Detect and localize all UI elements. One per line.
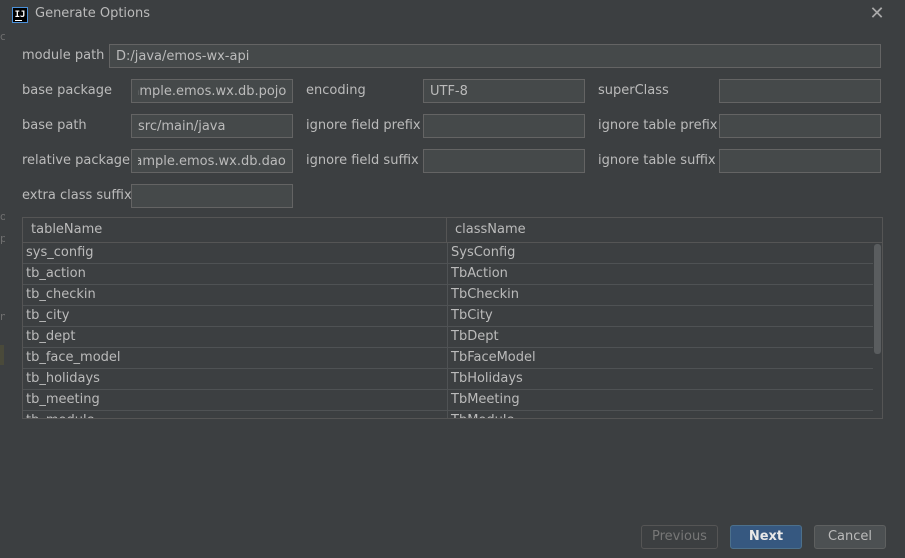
table-row[interactable]: tb_dept TbDept (23, 327, 873, 348)
intellij-logo-icon: IJ (12, 7, 28, 23)
close-icon[interactable]: ✕ (868, 5, 886, 23)
cell-table-name[interactable]: tb_face_model (26, 348, 446, 368)
cell-class-name[interactable]: TbFaceModel (451, 348, 871, 368)
encoding-input[interactable] (423, 79, 585, 103)
column-divider (447, 369, 448, 390)
cell-table-name[interactable]: tb_checkin (26, 285, 446, 305)
column-divider (447, 327, 448, 348)
background-window-fragment: c (0, 30, 5, 42)
next-button[interactable]: Next (730, 525, 802, 549)
module-path-label: module path (22, 48, 105, 63)
cell-table-name[interactable]: tb_meeting (26, 390, 446, 410)
base-package-label: base package (22, 83, 113, 98)
table-row[interactable]: tb_action TbAction (23, 264, 873, 285)
table-body: sys_config SysConfig tb_action TbAction tb_c… (23, 243, 873, 418)
ignore-field-prefix-label: ignore field prefix (306, 118, 421, 133)
ignore-field-prefix-input[interactable] (423, 114, 585, 138)
column-divider (447, 306, 448, 327)
cell-table-name[interactable]: sys_config (26, 243, 446, 263)
table-row[interactable]: tb_face_model TbFaceModel (23, 348, 873, 369)
column-header-tablename[interactable]: tableName (23, 218, 447, 242)
table-header: tableName className (23, 218, 882, 243)
cell-table-name[interactable]: tb_action (26, 264, 446, 284)
column-divider (447, 411, 448, 418)
cell-class-name[interactable]: SysConfig (451, 243, 871, 263)
table-scrollbar-thumb[interactable] (874, 244, 881, 354)
ignore-table-suffix-label: ignore table suffix (598, 153, 716, 168)
cell-class-name[interactable]: TbCity (451, 306, 871, 326)
ignore-table-prefix-label: ignore table prefix (598, 118, 718, 133)
ignore-table-suffix-input[interactable] (719, 149, 881, 173)
ignore-table-prefix-input[interactable] (719, 114, 881, 138)
cell-table-name[interactable]: tb_city (26, 306, 446, 326)
cell-class-name[interactable]: TbCheckin (451, 285, 871, 305)
cell-class-name[interactable]: TbModule (451, 411, 871, 418)
cell-class-name[interactable]: TbMeeting (451, 390, 871, 410)
column-divider (447, 348, 448, 369)
cell-table-name[interactable]: tb_module (26, 411, 446, 418)
base-package-input[interactable] (131, 79, 293, 103)
column-divider (447, 390, 448, 411)
table-row[interactable]: tb_checkin TbCheckin (23, 285, 873, 306)
column-divider (447, 243, 448, 264)
superclass-label: superClass (598, 83, 669, 98)
relative-package-input[interactable] (131, 149, 293, 173)
background-window-fragment: n (0, 310, 5, 322)
table-row[interactable]: tb_module TbModule (23, 411, 873, 418)
cell-table-name[interactable]: tb_holidays (26, 369, 446, 389)
window-title: Generate Options (35, 6, 151, 21)
column-header-classname[interactable]: className (447, 218, 882, 242)
extra-class-suffix-label: extra class suffix (22, 188, 132, 203)
table-row[interactable]: tb_city TbCity (23, 306, 873, 327)
table-row[interactable]: tb_meeting TbMeeting (23, 390, 873, 411)
ignore-field-suffix-input[interactable] (423, 149, 585, 173)
previous-button[interactable]: Previous (641, 525, 718, 549)
cell-class-name[interactable]: TbAction (451, 264, 871, 284)
table-mapping: tableName className sys_config SysConfig t… (22, 217, 883, 419)
column-divider (447, 285, 448, 306)
background-window-fragment (0, 345, 4, 365)
module-path-input[interactable] (109, 44, 881, 68)
table-scrollbar[interactable] (873, 243, 882, 418)
cell-table-name[interactable]: tb_dept (26, 327, 446, 347)
cell-class-name[interactable]: TbHolidays (451, 369, 871, 389)
cancel-button[interactable]: Cancel (814, 525, 886, 549)
table-row[interactable]: sys_config SysConfig (23, 243, 873, 264)
background-window-fragment: p (0, 232, 5, 244)
superclass-input[interactable] (719, 79, 881, 103)
background-window-fragment: o (0, 210, 5, 222)
base-path-input[interactable] (131, 114, 293, 138)
table-row[interactable]: tb_holidays TbHolidays (23, 369, 873, 390)
title-bar: IJ Generate Options ✕ (0, 0, 905, 30)
column-divider (447, 264, 448, 285)
encoding-label: encoding (306, 83, 366, 98)
cell-class-name[interactable]: TbDept (451, 327, 871, 347)
base-path-label: base path (22, 118, 87, 133)
relative-package-label: relative package (22, 153, 131, 168)
ignore-field-suffix-label: ignore field suffix (306, 153, 419, 168)
extra-class-suffix-input[interactable] (131, 184, 293, 208)
